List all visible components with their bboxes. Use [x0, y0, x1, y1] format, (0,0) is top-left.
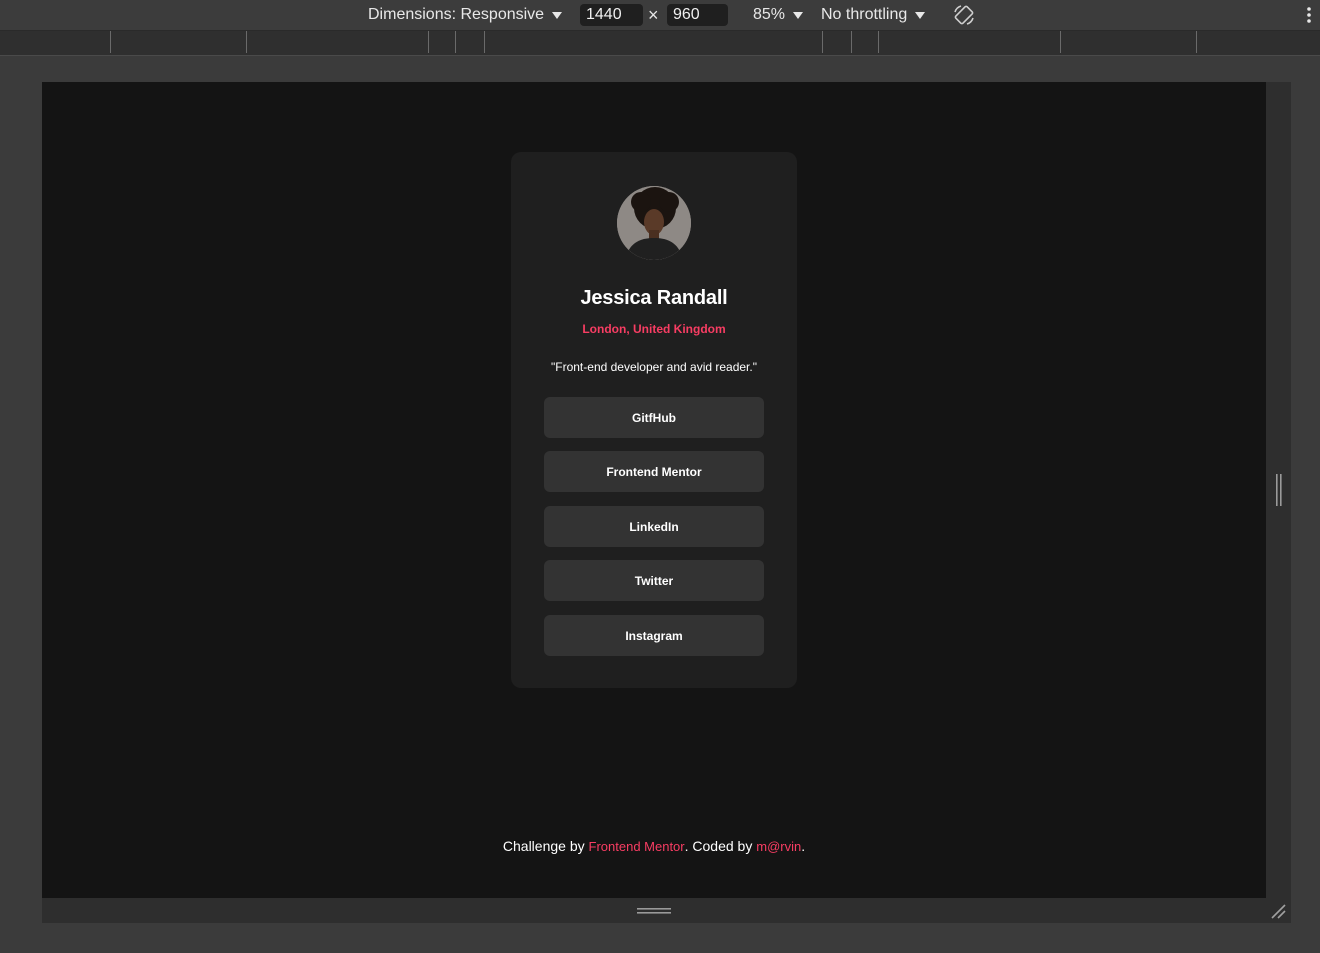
chevron-down-icon — [915, 11, 926, 19]
dimensions-dropdown[interactable]: Dimensions: Responsive — [368, 5, 563, 25]
zoom-dropdown[interactable]: 85% — [753, 5, 804, 25]
challenge-link[interactable]: Frontend Mentor — [589, 839, 685, 854]
ruler-tick[interactable] — [455, 31, 456, 53]
resize-handle-icon[interactable] — [1275, 474, 1283, 506]
author-link[interactable]: m@rvin — [756, 839, 801, 854]
profile-bio: "Front-end developer and avid reader." — [551, 360, 757, 374]
media-query-ruler — [0, 31, 1320, 56]
ruler-tick[interactable] — [822, 31, 823, 53]
ruler-tick[interactable] — [428, 31, 429, 53]
throttling-dropdown[interactable]: No throttling — [821, 5, 926, 25]
ruler-tick[interactable] — [878, 31, 879, 53]
frontend-mentor-link-button[interactable]: Frontend Mentor — [544, 451, 764, 492]
instagram-link-button[interactable]: Instagram — [544, 615, 764, 656]
zoom-label: 85% — [753, 6, 786, 23]
twitter-link-button[interactable]: Twitter — [544, 560, 764, 601]
ruler-tick[interactable] — [246, 31, 247, 53]
chevron-down-icon — [552, 11, 563, 19]
ruler-tick[interactable] — [851, 31, 852, 53]
times-icon: × — [648, 5, 659, 25]
profile-name: Jessica Randall — [580, 287, 728, 309]
profile-photo — [617, 186, 691, 260]
ruler-tick[interactable] — [484, 31, 485, 53]
profile-card: Jessica Randall London, United Kingdom "… — [511, 152, 797, 688]
device-toolbar: Dimensions: Responsive 1440 × 960 85% No… — [0, 0, 1320, 31]
chevron-down-icon — [793, 11, 804, 19]
width-input[interactable]: 1440 — [580, 4, 643, 26]
attribution-prefix: Challenge by — [502, 838, 589, 854]
attribution-middle: . Coded by — [684, 838, 757, 854]
dimensions-label: Dimensions: Responsive — [368, 6, 545, 23]
attribution: Challenge by Frontend Mentor. Coded by m… — [0, 838, 1308, 854]
github-link-button[interactable]: GitfHub — [544, 397, 764, 438]
ruler-tick[interactable] — [110, 31, 111, 53]
rotate-icon[interactable] — [952, 3, 976, 27]
height-input[interactable]: 960 — [667, 4, 728, 26]
corner-resize-icon[interactable] — [1269, 902, 1287, 920]
linkedin-link-button[interactable]: LinkedIn — [544, 506, 764, 547]
avatar — [617, 186, 691, 260]
more-options-icon[interactable] — [1304, 6, 1314, 26]
attribution-suffix: . — [801, 838, 806, 854]
ruler-tick[interactable] — [1196, 31, 1197, 53]
ruler-tick[interactable] — [1060, 31, 1061, 53]
resize-handle-icon[interactable] — [637, 906, 671, 916]
profile-location: London, United Kingdom — [582, 322, 726, 336]
throttling-label: No throttling — [821, 6, 908, 23]
